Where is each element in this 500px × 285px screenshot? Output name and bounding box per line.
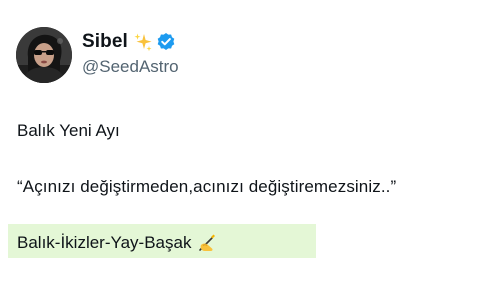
avatar[interactable] — [16, 27, 72, 83]
sparkles-icon — [133, 32, 153, 52]
verified-badge-icon[interactable] — [156, 32, 176, 52]
author-handle[interactable]: @SeedAstro — [82, 57, 179, 77]
avatar-photo — [16, 27, 72, 83]
tweet-text-line-3: Balık-İkizler-Yay-Başak — [17, 233, 217, 253]
writing-hand-icon — [197, 233, 217, 253]
tweet-quote-line: “Açınızı değiştirmeden,acınızı değiştire… — [17, 177, 397, 196]
signs-text: Balık-İkizler-Yay-Başak — [17, 233, 192, 252]
display-name[interactable]: Sibel — [82, 31, 128, 53]
author-name-row[interactable]: Sibel — [82, 31, 176, 53]
tweet-text-line-1: Balık Yeni Ayı — [17, 121, 120, 140]
tweet-card: Sibel @SeedAstro Balık Yeni Ayı “Açınızı… — [0, 0, 500, 285]
